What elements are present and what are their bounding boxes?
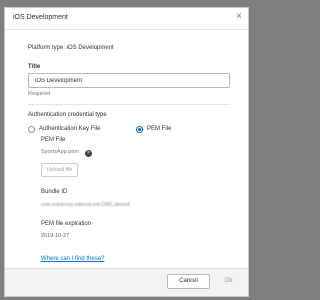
- radio-auth-key-file[interactable]: [28, 126, 35, 133]
- pem-expiration-value: 2019-10-27: [41, 233, 70, 239]
- pem-expiration-heading: PEM file expiration: [41, 221, 92, 227]
- close-icon[interactable]: ×: [236, 12, 242, 22]
- header-divider: [5, 29, 248, 30]
- title-input[interactable]: [28, 73, 230, 88]
- close-circle-icon[interactable]: ×: [85, 150, 92, 157]
- bundle-id-value: com.crackcorp.internal.ent.CNIC.demo4: [41, 202, 130, 208]
- title-label: Title: [28, 64, 41, 70]
- uploaded-file-name: SportsApp.pem: [41, 149, 79, 155]
- pem-file-heading: PEM File: [41, 137, 66, 143]
- radio-pem-file[interactable]: [136, 126, 143, 133]
- section-divider: [28, 104, 230, 105]
- bundle-id-heading: Bundle ID: [41, 189, 68, 195]
- ok-button[interactable]: Ok: [216, 274, 241, 289]
- radio-label-auth-key-file[interactable]: Authentication Key File: [39, 126, 100, 132]
- radio-label-pem-file[interactable]: PEM File: [147, 126, 171, 132]
- dialog-footer: Cancel Ok: [5, 268, 248, 296]
- cancel-button[interactable]: Cancel: [167, 274, 210, 289]
- help-link[interactable]: Where can I find these?: [41, 256, 104, 262]
- dialog-title: iOS Development: [13, 14, 68, 21]
- upload-file-button[interactable]: Upload file: [41, 163, 78, 177]
- dialog: iOS Development × Platform type: iOS Dev…: [4, 7, 249, 297]
- platform-type-text: Platform type: iOS Development: [28, 45, 114, 51]
- auth-type-heading: Authentication credential type: [28, 112, 107, 118]
- required-hint: Required: [28, 91, 51, 97]
